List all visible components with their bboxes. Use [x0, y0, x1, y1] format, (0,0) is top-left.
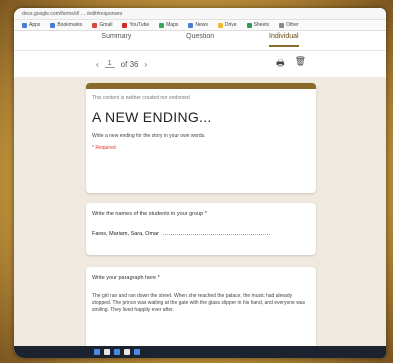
app-icon[interactable] [114, 349, 120, 355]
form-header-card: This content is neither created nor endo… [86, 83, 316, 193]
bookmark-icon [159, 22, 165, 28]
trash-icon[interactable]: 🗑 [295, 56, 306, 72]
bookmark-item[interactable]: Drive [217, 22, 237, 28]
answer-row: Fares, Mariam, Sara, Omar [92, 231, 310, 237]
form-note: This content is neither created nor endo… [92, 95, 190, 101]
question-label: Write the names of the students in your … [92, 211, 207, 217]
required-note: * Required [92, 145, 116, 151]
bookmark-icon [92, 22, 98, 28]
question-card: Write your paragraph here * The girl ran… [86, 267, 316, 349]
pager: ‹ 1 of 36 › [96, 60, 147, 69]
bookmark-icon [217, 22, 223, 28]
chevron-left-icon[interactable]: ‹ [96, 60, 99, 69]
bookmark-icon [122, 22, 128, 28]
bookmark-item[interactable]: Gmail [92, 22, 112, 28]
bookmark-item[interactable]: News [188, 22, 208, 28]
page-number-input[interactable]: 1 [104, 60, 115, 68]
browser-window: docs.google.com/forms/d/ … /edit#respons… [14, 8, 386, 358]
tab-individual[interactable]: Individual [269, 33, 299, 47]
question-label: Write your paragraph here * [92, 275, 160, 281]
printer-icon[interactable]: 🖶 [276, 56, 285, 72]
answer-underline [162, 233, 270, 235]
start-icon[interactable] [94, 349, 100, 355]
tab-question[interactable]: Question [186, 33, 214, 45]
bookmark-icon [50, 22, 56, 28]
bookmark-item[interactable]: Maps [159, 22, 178, 28]
answer-text: Fares, Mariam, Sara, Omar [92, 231, 159, 237]
response-navigator: ‹ 1 of 36 › 🖶 🗑 [14, 51, 386, 77]
taskbar [14, 346, 386, 358]
bookmark-icon [22, 22, 27, 28]
bookmark-item[interactable]: Other [279, 22, 299, 28]
form-description: Write a new ending for the story in your… [92, 133, 206, 139]
bookmark-item[interactable]: Bookmarks [50, 22, 82, 28]
app-icon[interactable] [104, 349, 110, 355]
bookmark-icon [246, 22, 252, 28]
bookmark-icon [279, 22, 285, 28]
page-total: of 36 [120, 59, 139, 69]
tab-summary[interactable]: Summary [101, 33, 131, 45]
response-tabs: Summary Question Individual [14, 31, 386, 51]
bookmark-item[interactable]: Sheets [246, 22, 269, 28]
answer-paragraph: The girl ran and ran down the street. Wh… [92, 293, 306, 313]
bookmark-item[interactable]: Apps [22, 22, 40, 28]
bookmarks-bar: Apps Bookmarks Gmail YouTube Maps News D… [14, 20, 386, 31]
app-icon[interactable] [134, 349, 140, 355]
address-bar[interactable]: docs.google.com/forms/d/ … /edit#respons… [14, 8, 386, 20]
app-icon[interactable] [124, 349, 130, 355]
form-content: This content is neither created nor endo… [14, 77, 386, 358]
bookmark-icon [188, 22, 194, 28]
bookmark-item[interactable]: YouTube [122, 22, 149, 28]
chevron-right-icon[interactable]: › [144, 60, 147, 69]
url-text: docs.google.com/forms/d/ … /edit#respons… [22, 11, 123, 17]
form-title: A NEW ENDING... [92, 109, 212, 125]
question-card: Write the names of the students in your … [86, 203, 316, 255]
